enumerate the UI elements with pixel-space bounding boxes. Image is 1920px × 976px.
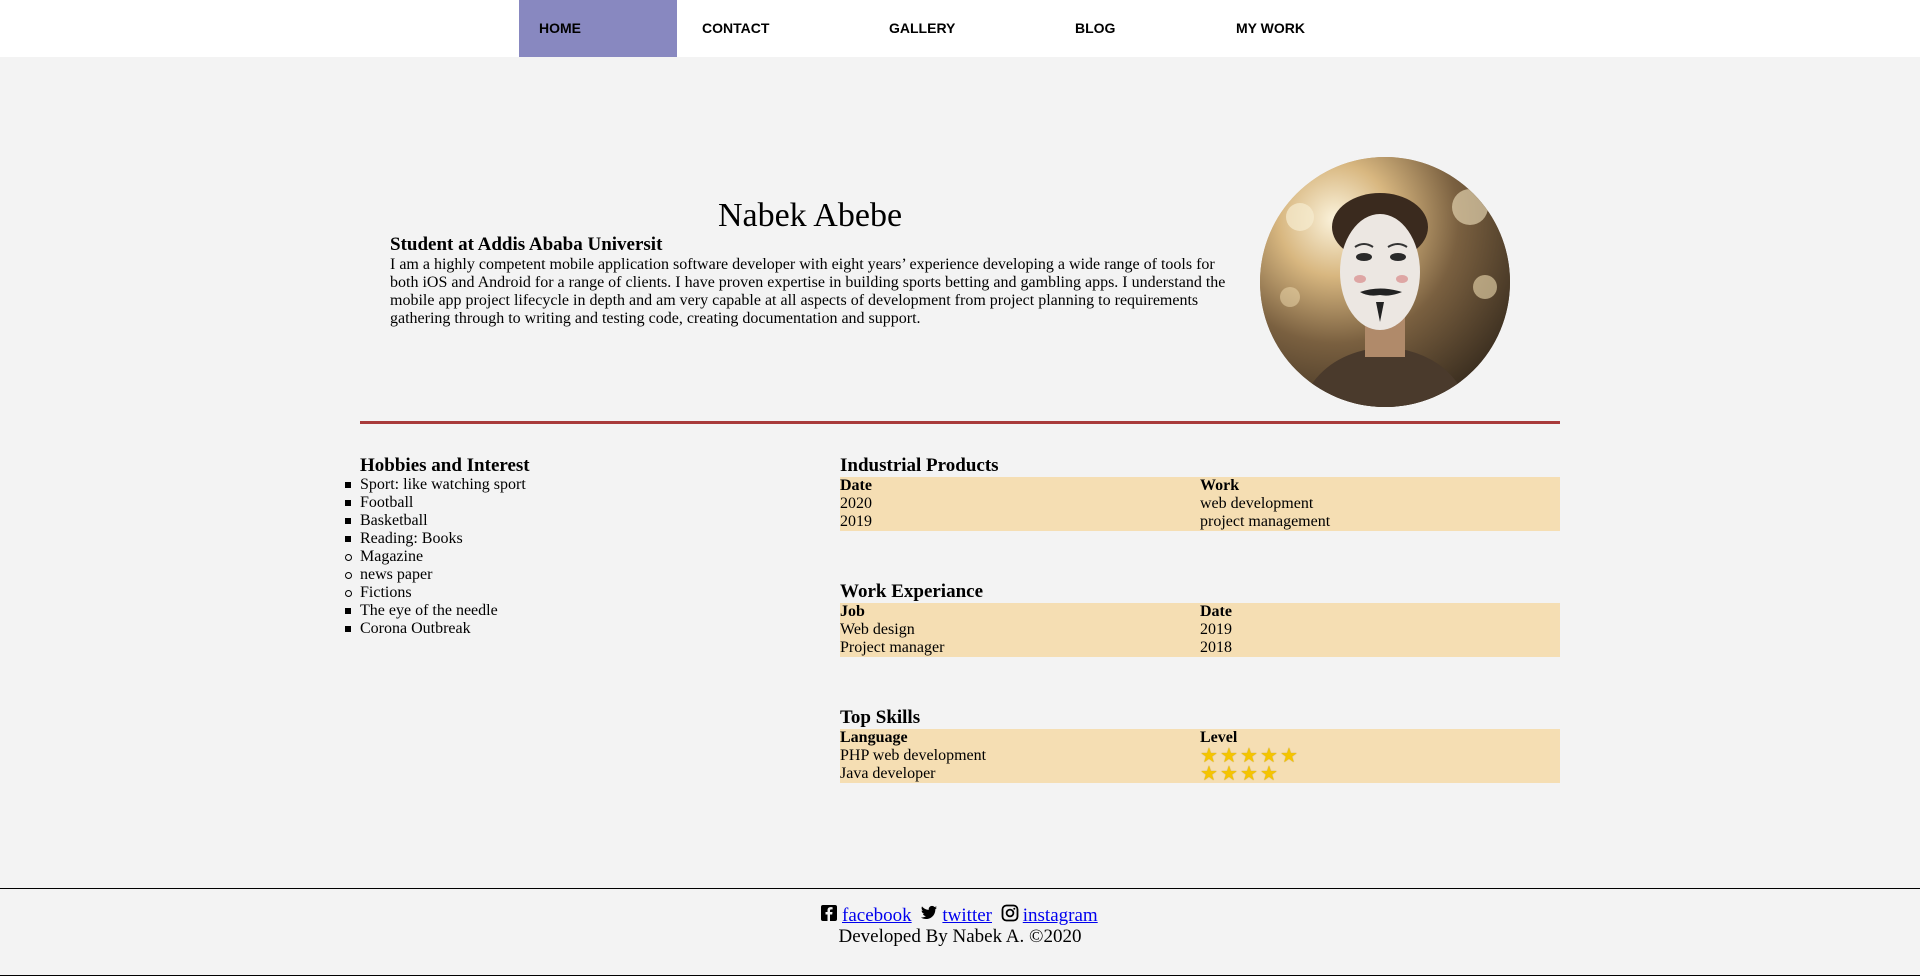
table-header-cell: Job [840,603,865,620]
table-cell: Web design [840,621,915,638]
table-cell: 2020 [840,495,872,512]
twitter-link[interactable]: twitter [942,905,992,926]
table-row: 2019 project management [840,513,1560,531]
profile-bio: I am a highly competent mobile applicati… [390,256,1226,327]
table-cell: PHP web development [840,747,987,764]
industrial-title: Industrial Products [840,455,999,476]
star-icon: ★ [1200,763,1218,785]
table-cell: Java developer [840,765,936,782]
instagram-icon [1001,904,1019,922]
square-bullet-icon [345,482,351,488]
list-item: Reading: Books [345,530,526,548]
skills-table: Language Level PHP web development ★ ★ ★ ★ ★… [840,729,1560,785]
table-header-row: Job Date [840,603,1560,621]
star-icon: ★ [1280,745,1298,767]
square-bullet-icon [345,518,351,524]
star-icon: ★ [1260,763,1278,785]
list-item: news paper [345,566,526,584]
list-item: The eye of the needle [345,602,526,620]
section-divider [360,421,1560,424]
list-item: Magazine [345,548,526,566]
circle-bullet-icon [345,554,352,561]
table-cell: 2018 [1200,639,1232,656]
circle-bullet-icon [345,572,352,579]
profile-subtitle: Student at Addis Ababa Universit [390,234,663,255]
table-row: Web design 2019 [840,621,1560,639]
avatar-masked-person-image [1260,157,1510,407]
hobbies-title: Hobbies and Interest [360,455,530,476]
square-bullet-icon [345,500,351,506]
star-rating: ★ ★ ★ ★ [1200,763,1280,785]
experience-table: Job Date Web design 2019 Project manager… [840,603,1560,657]
table-header-row: Date Work [840,477,1560,495]
nav-contact[interactable]: CONTACT [682,0,842,57]
list-item: Sport: like watching sport [345,476,526,494]
table-row: Project manager 2018 [840,639,1560,657]
star-icon: ★ [1220,763,1238,785]
list-item: Basketball [345,512,526,530]
nav-home[interactable]: HOME [519,0,677,57]
table-header-cell: Work [1200,477,1240,494]
square-bullet-icon [345,536,351,542]
facebook-icon [821,905,837,921]
table-header-cell: Language [840,729,908,746]
table-cell: project management [1200,513,1331,530]
copyright-text: Developed By Nabek A. ©2020 [838,926,1082,947]
table-cell: 2019 [1200,621,1232,638]
instagram-link[interactable]: instagram [1023,905,1098,926]
hobbies-list: Sport: like watching sport Football Bask… [345,476,526,638]
table-cell: web development [1200,495,1314,512]
table-header-cell: Date [840,477,872,494]
table-cell: 2019 [840,513,872,530]
list-item: Football [345,494,526,512]
list-item: Fictions [345,584,526,602]
skills-title: Top Skills [840,707,921,728]
table-row: Java developer ★ ★ ★ ★ [840,763,1560,785]
twitter-icon [921,905,938,919]
nav-gallery[interactable]: GALLERY [869,0,1029,57]
square-bullet-icon [345,626,351,632]
table-header-cell: Date [1200,603,1232,620]
industrial-table: Date Work 2020 web development 2019 proj… [840,477,1560,531]
profile-name: Nabek Abebe [717,197,903,234]
facebook-link[interactable]: facebook [842,905,912,926]
table-cell: Project manager [840,639,945,656]
experience-title: Work Experiance [840,581,984,602]
circle-bullet-icon [345,590,352,597]
nav-blog[interactable]: BLOG [1055,0,1195,57]
star-icon: ★ [1240,763,1258,785]
profile-avatar [1260,157,1510,407]
square-bullet-icon [345,608,351,614]
list-item: Corona Outbreak [345,620,526,638]
table-row: 2020 web development [840,495,1560,513]
top-nav: HOME CONTACT GALLERY BLOG MY WORK [0,0,1920,57]
nav-my-work[interactable]: MY WORK [1216,0,1376,57]
footer: facebook twitter instagram Developed By … [0,888,1920,976]
